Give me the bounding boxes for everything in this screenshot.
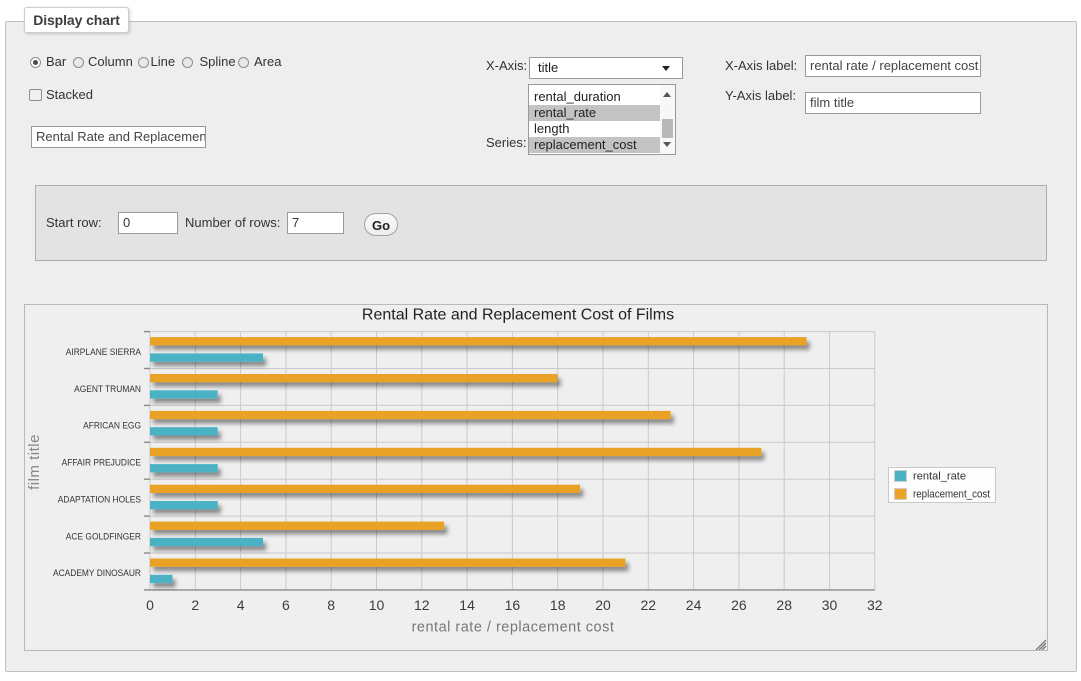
svg-text:ADAPTATION HOLES: ADAPTATION HOLES xyxy=(58,494,141,505)
svg-text:24: 24 xyxy=(686,597,702,613)
svg-text:ACADEMY DINOSAUR: ACADEMY DINOSAUR xyxy=(53,568,141,579)
svg-text:26: 26 xyxy=(731,597,747,613)
svg-text:Rental Rate and Replacement Co: Rental Rate and Replacement Cost of Film… xyxy=(362,307,674,324)
svg-text:replacement_cost: replacement_cost xyxy=(913,489,990,501)
svg-text:16: 16 xyxy=(505,597,521,613)
svg-text:film title: film title xyxy=(26,434,43,490)
svg-text:0: 0 xyxy=(146,597,154,613)
svg-text:6: 6 xyxy=(282,597,290,613)
svg-text:8: 8 xyxy=(327,597,335,613)
svg-text:ACE GOLDFINGER: ACE GOLDFINGER xyxy=(66,531,141,542)
svg-text:30: 30 xyxy=(822,597,838,613)
svg-text:4: 4 xyxy=(237,597,245,613)
svg-text:14: 14 xyxy=(459,597,475,613)
svg-text:12: 12 xyxy=(414,597,430,613)
svg-text:18: 18 xyxy=(550,597,566,613)
svg-text:rental_rate: rental_rate xyxy=(913,471,966,483)
svg-text:AIRPLANE SIERRA: AIRPLANE SIERRA xyxy=(66,347,142,358)
svg-text:28: 28 xyxy=(776,597,792,613)
svg-text:2: 2 xyxy=(191,597,199,613)
svg-text:AFFAIR PREJUDICE: AFFAIR PREJUDICE xyxy=(62,458,141,469)
svg-text:10: 10 xyxy=(369,597,385,613)
svg-text:22: 22 xyxy=(641,597,657,613)
svg-text:20: 20 xyxy=(595,597,611,613)
svg-text:AFRICAN EGG: AFRICAN EGG xyxy=(83,421,141,432)
svg-text:32: 32 xyxy=(867,597,883,613)
svg-text:AGENT TRUMAN: AGENT TRUMAN xyxy=(74,384,141,395)
svg-text:rental rate / replacement cost: rental rate / replacement cost xyxy=(412,620,615,636)
